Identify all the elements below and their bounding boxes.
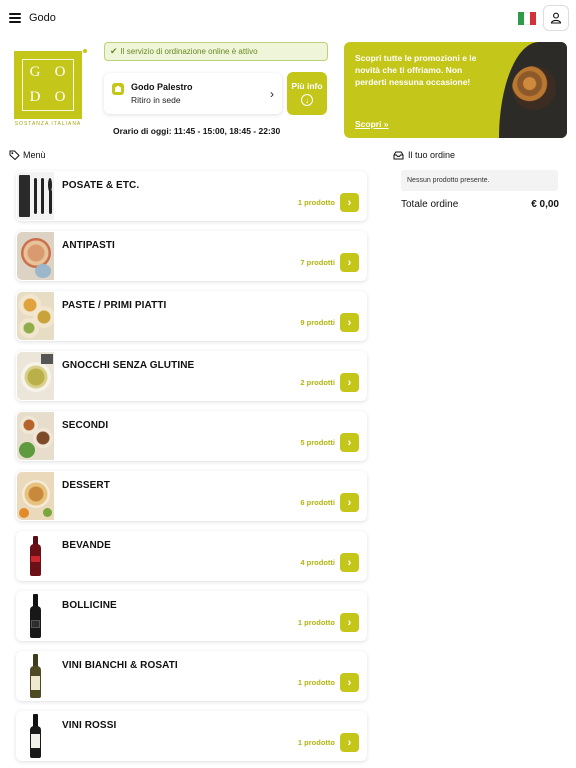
dessert-image xyxy=(17,472,54,520)
category-card-vini-bianchi[interactable]: VINI BIANCHI & ROSATI 1 prodotto › xyxy=(16,651,367,701)
gnocchi-image xyxy=(17,352,54,400)
logo-tagline: SOSTANZA ITALIANA xyxy=(14,121,82,127)
category-card-paste[interactable]: PASTE / PRIMI PIATTI 9 prodotti › xyxy=(16,291,367,341)
category-name: ANTIPASTI xyxy=(62,240,115,251)
chevron-right-icon[interactable]: › xyxy=(340,253,359,272)
sparkling-wine-bottle-image xyxy=(17,592,54,640)
promo-text: Scopri tutte le promozioni e le novità c… xyxy=(355,53,477,87)
category-name: VINI BIANCHI & ROSATI xyxy=(62,660,178,671)
category-name: BEVANDE xyxy=(62,540,111,551)
order-total-value: € 0,00 xyxy=(531,199,559,210)
category-name: SECONDI xyxy=(62,420,109,431)
pasta-image xyxy=(17,292,54,340)
logo-letter: D xyxy=(29,89,42,105)
more-info-button[interactable]: Più info ↓ xyxy=(287,72,327,115)
user-account-button[interactable] xyxy=(543,5,569,31)
order-heading-label: Il tuo ordine xyxy=(408,150,456,160)
store-icon xyxy=(112,82,124,95)
red-wine-bottle-image xyxy=(17,712,54,760)
category-card-antipasti[interactable]: ANTIPASTI 7 prodotti › xyxy=(16,231,367,281)
info-arrow-icon: ↓ xyxy=(301,94,313,106)
category-count: 4 prodotti xyxy=(300,558,335,567)
category-card-posate[interactable]: POSATE & ETC. 1 prodotto › xyxy=(16,171,367,221)
category-count: 2 prodotti xyxy=(300,378,335,387)
antipasti-image xyxy=(17,232,54,280)
logo-letters: G O D O xyxy=(22,59,74,111)
category-count: 1 prodotto xyxy=(297,618,335,627)
menu-hamburger-icon[interactable] xyxy=(9,13,21,23)
category-count: 1 prodotto xyxy=(297,198,335,207)
order-total-label: Totale ordine xyxy=(401,199,459,210)
chevron-right-icon[interactable]: › xyxy=(340,733,359,752)
category-card-bevande[interactable]: BEVANDE 4 prodotti › xyxy=(16,531,367,581)
check-icon: ✔ xyxy=(110,46,118,56)
ordering-status-text: Il servizio di ordinazione online è atti… xyxy=(120,47,258,56)
category-name: GNOCCHI SENZA GLUTINE xyxy=(62,360,195,371)
opening-hours: Orario di oggi: 11:45 - 15:00, 18:45 - 2… xyxy=(113,126,281,136)
app-title: Godo xyxy=(29,12,56,24)
user-icon xyxy=(550,12,562,24)
white-wine-bottle-image xyxy=(17,652,54,700)
chevron-right-icon[interactable]: › xyxy=(340,673,359,692)
cutlery-image xyxy=(17,172,54,220)
order-heading: Il tuo ordine xyxy=(393,150,455,160)
soda-bottle-image xyxy=(17,532,54,580)
category-count: 9 prodotti xyxy=(300,318,335,327)
category-name: PASTE / PRIMI PIATTI xyxy=(62,300,167,311)
chevron-right-icon[interactable]: › xyxy=(340,553,359,572)
logo-letter: O xyxy=(54,89,67,105)
brand-logo: G O D O xyxy=(14,51,82,119)
category-card-secondi[interactable]: SECONDI 5 prodotti › xyxy=(16,411,367,461)
category-name: POSATE & ETC. xyxy=(62,180,140,191)
category-name: VINI ROSSI xyxy=(62,720,117,731)
category-card-vini-rossi[interactable]: VINI ROSSI 1 prodotto › xyxy=(16,711,367,761)
chevron-right-icon[interactable]: › xyxy=(340,313,359,332)
chevron-right-icon[interactable]: › xyxy=(340,193,359,212)
promo-discover-link[interactable]: Scopri » xyxy=(355,119,389,129)
promo-banner[interactable]: Scopri tutte le promozioni e le novità c… xyxy=(344,42,567,138)
more-info-label: Più info xyxy=(291,81,323,91)
category-card-dessert[interactable]: DESSERT 6 prodotti › xyxy=(16,471,367,521)
category-count: 6 prodotti xyxy=(300,498,335,507)
promo-dish-image xyxy=(512,66,556,110)
secondi-image xyxy=(17,412,54,460)
category-name: BOLLICINE xyxy=(62,600,117,611)
menu-heading-label: Menù xyxy=(23,150,46,160)
tag-icon xyxy=(9,150,20,160)
italy-flag-icon[interactable] xyxy=(518,12,536,25)
category-count: 1 prodotto xyxy=(297,738,335,747)
chevron-right-icon[interactable]: › xyxy=(340,433,359,452)
category-count: 7 prodotti xyxy=(300,258,335,267)
chevron-right-icon[interactable]: › xyxy=(340,373,359,392)
pickup-mode: Ritiro in sede xyxy=(131,95,181,105)
order-empty-box: Nessun prodotto presente. xyxy=(401,170,558,191)
category-card-gnocchi[interactable]: GNOCCHI SENZA GLUTINE 2 prodotti › xyxy=(16,351,367,401)
menu-heading: Menù xyxy=(9,150,46,160)
category-count: 1 prodotto xyxy=(297,678,335,687)
chevron-right-icon: › xyxy=(270,86,274,101)
logo-dot xyxy=(83,49,87,53)
chevron-right-icon[interactable]: › xyxy=(340,493,359,512)
chevron-right-icon[interactable]: › xyxy=(340,613,359,632)
logo-letter: O xyxy=(54,64,67,80)
store-name: Godo Palestro xyxy=(131,82,193,92)
category-card-bollicine[interactable]: BOLLICINE 1 prodotto › xyxy=(16,591,367,641)
inbox-icon xyxy=(393,151,404,159)
top-bar: Godo xyxy=(0,0,576,38)
category-count: 5 prodotti xyxy=(300,438,335,447)
ordering-status-badge: ✔ Il servizio di ordinazione online è at… xyxy=(104,42,328,61)
category-name: DESSERT xyxy=(62,480,110,491)
store-selector[interactable]: Godo Palestro Ritiro in sede › xyxy=(104,73,282,114)
logo-letter: G xyxy=(29,64,42,80)
